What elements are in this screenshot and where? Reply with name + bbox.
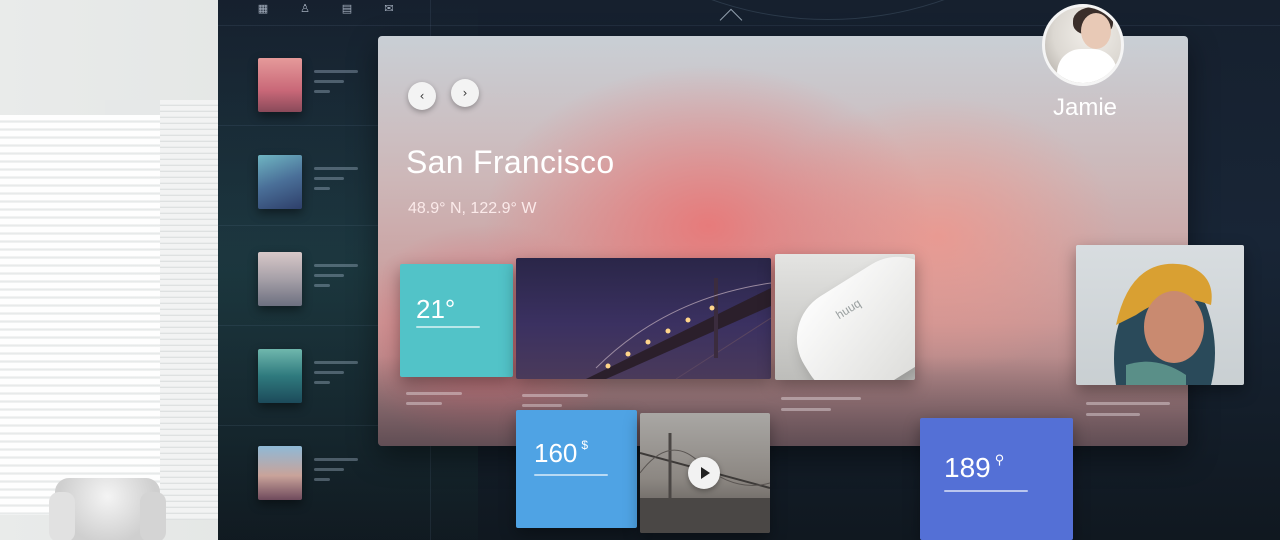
decorative-arc [548,0,1108,20]
chevron-up-icon[interactable] [719,8,743,32]
grid-line [218,25,1280,26]
list-item-meta [314,381,330,384]
grid-icon[interactable]: ▦ [256,2,270,16]
price-value-wrap: 160 $ [534,438,588,469]
bridge-illustration [586,278,771,379]
temperature-value: 21° [416,294,456,324]
list-item-meta [314,264,358,267]
tile-caption [522,394,588,397]
window-blinds [0,115,160,515]
tile-caption [781,408,831,411]
list-item-meta [314,371,344,374]
document-icon[interactable]: ▤ [340,2,354,16]
wall-display: ▦ ♙ ▤ ✉ ‹ › San Francisco 48.9° N, 122.9… [218,0,1280,540]
city-tower-photo [258,155,302,209]
list-item-meta [314,187,330,190]
location-value-wrap: 189 ⚲ [944,452,1004,484]
tile-underline [944,490,1028,492]
list-item-meta [314,70,358,73]
list-item-meta [314,458,358,461]
list-item-meta [314,361,358,364]
list-item-meta [314,167,358,170]
tile-caption [1086,413,1140,416]
previous-button[interactable]: ‹ [408,82,436,110]
grid-line [218,125,388,126]
mail-icon[interactable]: ✉ [382,2,396,16]
bridge-photo-tile[interactable] [516,258,771,379]
user-name: Jamie [1052,94,1118,121]
list-item-meta [314,478,330,481]
grid-line [218,225,388,226]
location-tile[interactable]: 189 ⚲ [920,418,1073,540]
mountain-photo [258,252,302,306]
list-item-meta [314,274,344,277]
forest-photo [258,349,302,403]
armchair [49,478,166,540]
grid-line [218,325,388,326]
user-avatar[interactable] [1042,4,1124,86]
grid-line [218,425,388,426]
device-product-tile[interactable]: huuq [775,254,915,380]
tile-caption [522,404,562,407]
coordinates: 48.9° N, 122.9° W [408,200,537,217]
list-item-meta [314,468,344,471]
top-icon-bar: ▦ ♙ ▤ ✉ [256,2,396,16]
list-item[interactable] [258,446,458,506]
avatar-body [1057,49,1117,83]
tile-caption [406,402,442,405]
tile-underline [534,474,608,476]
video-tile[interactable] [640,413,770,533]
list-item-meta [314,80,344,83]
list-item-meta [314,177,344,180]
price-unit: $ [581,438,589,452]
tile-caption [406,392,462,395]
location-pin-icon: ⚲ [994,452,1005,467]
tile-caption [781,397,861,400]
next-button[interactable]: › [451,79,479,107]
pink-sky-photo [258,58,302,112]
list-item-meta [314,284,330,287]
price-value: 160 [534,438,578,468]
temperature-tile[interactable]: 21° [400,264,513,377]
tile-underline [416,326,480,328]
window-blinds-side [160,100,220,520]
tile-caption [1086,402,1170,405]
price-tile[interactable]: 160 $ [516,410,637,528]
play-button[interactable] [688,457,720,489]
sunset-photo [258,446,302,500]
avatar-head [1081,13,1111,49]
portrait-art-tile[interactable] [1076,245,1244,385]
location-value: 189 [944,452,991,483]
list-item-meta [314,90,330,93]
city-name: San Francisco [406,144,615,180]
profile-icon[interactable]: ♙ [298,2,312,16]
portrait-illustration [1114,263,1215,385]
